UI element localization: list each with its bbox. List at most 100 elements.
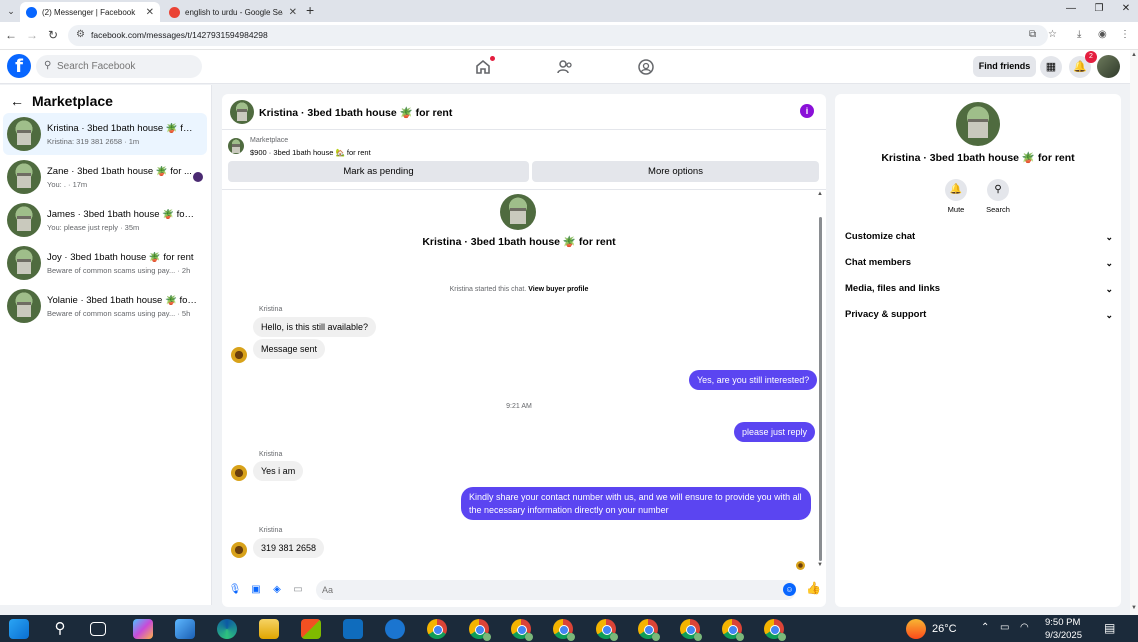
page-scrollbar[interactable]: ▲ ▼: [1130, 50, 1138, 615]
scroll-down-arrow-icon[interactable]: ▼: [817, 562, 823, 568]
outgoing-message[interactable]: Yes, are you still interested?: [689, 370, 818, 390]
friends-icon[interactable]: [556, 58, 574, 76]
chrome-profile-icon[interactable]: [764, 619, 786, 641]
details-avatar[interactable]: [956, 102, 1000, 146]
copilot-icon[interactable]: [133, 619, 153, 639]
search-input[interactable]: [57, 59, 197, 74]
app-icon[interactable]: [175, 619, 195, 639]
edge-browser-icon[interactable]: [217, 619, 237, 639]
message-scrollbar[interactable]: [819, 217, 822, 561]
conversation-item[interactable]: James · 3bed 1bath house 🪴 for r... You: …: [3, 199, 207, 241]
maximize-window-button[interactable]: ❐: [1085, 3, 1113, 14]
mark-as-pending-button[interactable]: Mark as pending: [228, 161, 529, 182]
close-window-button[interactable]: ✕: [1112, 3, 1138, 14]
weather-temperature[interactable]: 26°C: [932, 623, 957, 635]
incoming-message[interactable]: Message sent: [253, 339, 326, 359]
like-thumbs-up-icon[interactable]: 👍: [806, 581, 821, 595]
address-bar[interactable]: ⚙ facebook.com/messages/t/14279315949842…: [68, 25, 1048, 46]
conversation-item[interactable]: Kristina · 3bed 1bath house 🪴 for ... Kri…: [3, 113, 207, 155]
emoji-icon[interactable]: ☺: [783, 583, 796, 596]
taskbar-search-icon[interactable]: ⚲: [50, 619, 70, 639]
gif-icon[interactable]: ▭: [291, 583, 305, 597]
search-in-chat-button[interactable]: ⚲ Search: [978, 179, 1018, 214]
customize-chat-section[interactable]: Customize chat ⌄: [845, 227, 1113, 247]
outlook-icon[interactable]: [343, 619, 363, 639]
home-icon[interactable]: [474, 56, 495, 76]
attach-photo-icon[interactable]: ▣: [249, 583, 263, 597]
new-tab-button[interactable]: +: [306, 2, 314, 18]
clock-date[interactable]: 9/3/2025: [1045, 630, 1082, 641]
sender-avatar[interactable]: [231, 347, 247, 363]
chrome-profile-icon[interactable]: [469, 619, 491, 641]
sticker-icon[interactable]: ◈: [270, 583, 284, 597]
sender-avatar[interactable]: [231, 542, 247, 558]
chrome-profile-icon[interactable]: [553, 619, 575, 641]
outgoing-message[interactable]: please just reply: [734, 422, 816, 442]
file-explorer-icon[interactable]: [259, 619, 279, 639]
reload-button[interactable]: ↻: [45, 28, 61, 42]
menu-grid-icon[interactable]: ▦: [1040, 56, 1062, 78]
show-hidden-icons-chevron-icon[interactable]: ⌃: [981, 622, 989, 633]
listing-summary[interactable]: Marketplace $900 · 3bed 1bath house 🏡 fo…: [228, 137, 818, 159]
back-button[interactable]: ←: [3, 28, 19, 42]
forward-button[interactable]: →: [24, 28, 40, 42]
scroll-up-arrow-icon[interactable]: ▲: [817, 191, 823, 197]
privacy-support-section[interactable]: Privacy & support ⌄: [845, 305, 1113, 325]
chat-title[interactable]: Kristina · 3bed 1bath house 🪴 for rent: [259, 106, 452, 119]
back-arrow-icon[interactable]: ←: [10, 93, 24, 109]
tab-messenger[interactable]: (2) Messenger | Facebook ✕: [20, 2, 160, 22]
close-tab-icon[interactable]: ✕: [289, 7, 297, 18]
page-scroll-down-icon[interactable]: ▼: [1131, 605, 1137, 611]
incoming-message[interactable]: 319 381 2658: [253, 538, 325, 558]
chrome-profile-icon[interactable]: [638, 619, 660, 641]
page-scroll-up-icon[interactable]: ▲: [1131, 52, 1137, 58]
chrome-icon[interactable]: [427, 619, 447, 639]
task-view-icon[interactable]: [90, 622, 106, 636]
browser-menu-icon[interactable]: ⋮: [1120, 29, 1130, 40]
groups-icon[interactable]: [637, 58, 655, 76]
facebook-logo-icon[interactable]: f: [7, 54, 31, 78]
minimize-window-button[interactable]: —: [1057, 3, 1085, 14]
incoming-message[interactable]: Yes i am: [253, 461, 304, 481]
chat-info-icon[interactable]: i: [800, 104, 814, 118]
tab-search-button[interactable]: ⌄: [4, 3, 18, 19]
sender-avatar[interactable]: [231, 465, 247, 481]
weather-icon[interactable]: [906, 619, 926, 639]
site-info-icon[interactable]: ⚙: [76, 29, 85, 40]
bookmark-star-icon[interactable]: ☆: [1048, 29, 1057, 40]
chrome-profile-icon[interactable]: [680, 619, 702, 641]
outgoing-message[interactable]: Kindly share your contact number with us…: [461, 487, 811, 520]
app-icon[interactable]: [385, 619, 405, 639]
message-input[interactable]: [322, 583, 762, 597]
conversation-item[interactable]: Joy · 3bed 1bath house 🪴 for rent Beware …: [3, 242, 207, 284]
more-options-button[interactable]: More options: [532, 161, 819, 182]
find-friends-button[interactable]: Find friends: [973, 56, 1036, 77]
install-app-icon[interactable]: ⧉: [1029, 29, 1036, 40]
close-tab-icon[interactable]: ✕: [146, 7, 154, 18]
conversation-item[interactable]: Zane · 3bed 1bath house 🪴 for ... You: . …: [3, 156, 207, 198]
tab-google-search[interactable]: english to urdu - Google Search ✕: [163, 2, 303, 22]
mute-button[interactable]: 🔔 Mute: [936, 179, 976, 214]
chrome-profile-icon[interactable]: [596, 619, 618, 641]
clock-time[interactable]: 9:50 PM: [1045, 617, 1080, 628]
voice-clip-icon[interactable]: 🎙: [228, 583, 242, 597]
microsoft-store-icon[interactable]: [301, 619, 321, 639]
account-avatar[interactable]: [1097, 55, 1120, 78]
chat-avatar[interactable]: [230, 100, 254, 124]
incoming-message[interactable]: Hello, is this still available?: [253, 317, 377, 337]
profile-icon[interactable]: ◉: [1098, 29, 1107, 40]
conversation-item[interactable]: Yolanie · 3bed 1bath house 🪴 for ... Bewa…: [3, 285, 207, 327]
message-input-box[interactable]: [316, 580, 796, 600]
downloads-icon[interactable]: ⤓: [1077, 29, 1081, 40]
chrome-profile-active-icon[interactable]: [722, 619, 744, 641]
media-files-links-section[interactable]: Media, files and links ⌄: [845, 279, 1113, 299]
view-buyer-profile-link[interactable]: View buyer profile: [528, 286, 588, 293]
chat-members-section[interactable]: Chat members ⌄: [845, 253, 1113, 273]
search-box[interactable]: ⚲: [36, 55, 202, 78]
battery-icon[interactable]: ▭: [1000, 622, 1009, 633]
notification-center-icon[interactable]: ▤: [1104, 621, 1115, 635]
wifi-icon[interactable]: ◠: [1020, 622, 1029, 633]
chrome-profile-icon[interactable]: [511, 619, 533, 641]
windows-start-icon[interactable]: [9, 619, 29, 639]
url-text[interactable]: facebook.com/messages/t/1427931594984298: [91, 30, 268, 40]
